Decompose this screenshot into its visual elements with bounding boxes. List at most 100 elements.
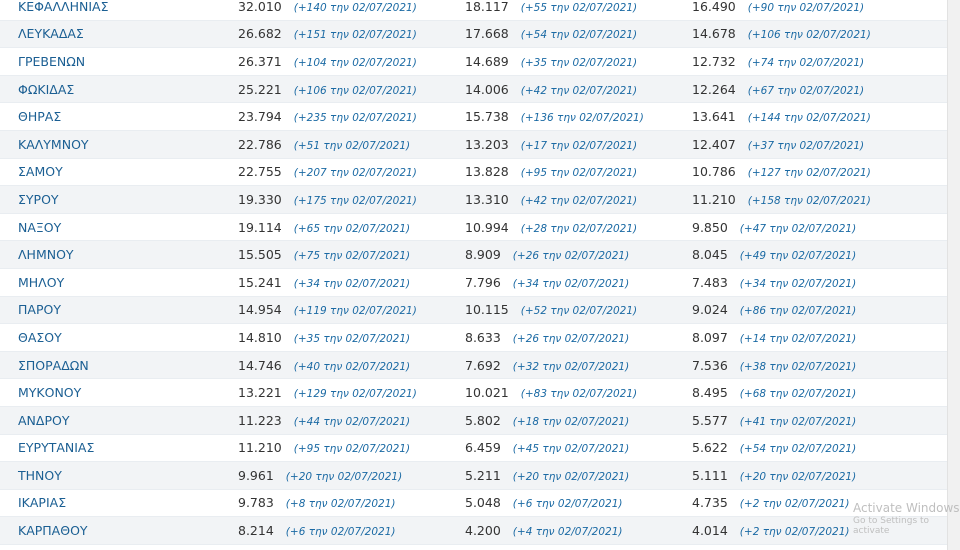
region-name: ΠΑΡΟΥ xyxy=(0,302,238,317)
first-dose-cell: 9.961 (+20 την 02/07/2021) xyxy=(238,468,465,483)
first-dose-total: 23.794 xyxy=(238,109,282,125)
first-dose-delta: (+95 την 02/07/2021) xyxy=(293,443,411,456)
completed-delta: (+47 την 02/07/2021) xyxy=(739,222,857,235)
second-dose-cell: 5.802 (+18 την 02/07/2021) xyxy=(465,413,692,428)
completed-total: 5.111 xyxy=(692,467,728,483)
second-dose-total: 5.211 xyxy=(465,467,501,483)
second-dose-total: 17.668 xyxy=(465,26,509,42)
second-dose-delta: (+55 την 02/07/2021) xyxy=(520,1,638,14)
first-dose-cell: 15.505 (+75 την 02/07/2021) xyxy=(238,247,465,262)
region-name: ΕΥΡΥΤΑΝΙΑΣ xyxy=(0,440,238,455)
first-dose-total: 15.505 xyxy=(238,247,282,263)
table-row: ΣΥΡΟΥ 19.330 (+175 την 02/07/2021) 13.310 (+… xyxy=(0,186,948,214)
region-name: ΚΑΛΥΜΝΟΥ xyxy=(0,137,238,152)
second-dose-cell: 6.459 (+45 την 02/07/2021) xyxy=(465,440,692,455)
completed-cell: 5.622 (+54 την 02/07/2021) xyxy=(692,440,948,455)
first-dose-total: 26.682 xyxy=(238,26,282,42)
completed-cell: 10.786 (+127 την 02/07/2021) xyxy=(692,164,948,179)
region-name-text: ΛΗΜΝΟΥ xyxy=(18,247,74,263)
completed-cell: 13.641 (+144 την 02/07/2021) xyxy=(692,109,948,124)
second-dose-total: 6.459 xyxy=(465,440,501,456)
table-row: ΚΕΦΑΛΛΗΝΙΑΣ 32.010 (+140 την 02/07/2021) 18… xyxy=(0,0,948,21)
completed-total: 11.210 xyxy=(692,191,736,207)
first-dose-cell: 22.786 (+51 την 02/07/2021) xyxy=(238,137,465,152)
region-name: ΝΑΞΟΥ xyxy=(0,220,238,235)
second-dose-delta: (+28 την 02/07/2021) xyxy=(520,222,638,235)
second-dose-total: 10.021 xyxy=(465,385,509,401)
second-dose-total: 5.802 xyxy=(465,412,501,428)
first-dose-cell: 23.794 (+235 την 02/07/2021) xyxy=(238,109,465,124)
table-row: ΚΑΛΥΜΝΟΥ 22.786 (+51 την 02/07/2021) 13.203… xyxy=(0,130,948,159)
vertical-scrollbar[interactable] xyxy=(947,0,960,550)
completed-delta: (+127 την 02/07/2021) xyxy=(747,167,871,180)
second-dose-total: 7.692 xyxy=(465,357,501,373)
first-dose-delta: (+8 την 02/07/2021) xyxy=(285,498,396,511)
region-name-text: ΓΡΕΒΕΝΩΝ xyxy=(18,53,86,69)
completed-total: 9.850 xyxy=(692,219,728,235)
region-name-text: ΣΠΟΡΑΔΩΝ xyxy=(18,357,89,373)
completed-total: 12.732 xyxy=(692,53,736,69)
second-dose-cell: 4.200 (+4 την 02/07/2021) xyxy=(465,523,692,538)
completed-total: 4.014 xyxy=(692,523,728,539)
second-dose-delta: (+26 την 02/07/2021) xyxy=(512,250,630,263)
first-dose-total: 9.783 xyxy=(238,495,274,511)
region-name: ΜΥΚΟΝΟΥ xyxy=(0,385,238,400)
completed-delta: (+67 την 02/07/2021) xyxy=(747,84,865,97)
completed-cell: 8.045 (+49 την 02/07/2021) xyxy=(692,247,948,262)
first-dose-cell: 26.682 (+151 την 02/07/2021) xyxy=(238,26,465,41)
second-dose-cell: 8.633 (+26 την 02/07/2021) xyxy=(465,330,692,345)
first-dose-cell: 19.114 (+65 την 02/07/2021) xyxy=(238,220,465,235)
region-name-text: ΜΗΛΟΥ xyxy=(18,274,65,290)
completed-total: 16.490 xyxy=(692,0,736,14)
first-dose-delta: (+51 την 02/07/2021) xyxy=(293,139,411,152)
table-row: ΑΝΔΡΟΥ 11.223 (+44 την 02/07/2021) 5.802 (+1… xyxy=(0,406,948,435)
region-name-text: ΚΕΦΑΛΛΗΝΙΑΣ xyxy=(18,0,109,14)
completed-delta: (+90 την 02/07/2021) xyxy=(747,1,865,14)
completed-cell: 14.678 (+106 την 02/07/2021) xyxy=(692,26,948,41)
completed-delta: (+34 την 02/07/2021) xyxy=(739,277,857,290)
second-dose-delta: (+95 την 02/07/2021) xyxy=(520,167,638,180)
region-name-text: ΘΑΣΟΥ xyxy=(18,329,62,345)
region-name-text: ΝΑΞΟΥ xyxy=(18,219,62,235)
table-row: ΦΩΚΙΔΑΣ 25.221 (+106 την 02/07/2021) 14.006… xyxy=(0,75,948,104)
second-dose-cell: 17.668 (+54 την 02/07/2021) xyxy=(465,26,692,41)
first-dose-delta: (+129 την 02/07/2021) xyxy=(293,388,417,401)
second-dose-cell: 13.203 (+17 την 02/07/2021) xyxy=(465,137,692,152)
first-dose-total: 32.010 xyxy=(238,0,282,14)
first-dose-delta: (+119 την 02/07/2021) xyxy=(293,305,417,318)
second-dose-delta: (+4 την 02/07/2021) xyxy=(512,526,623,539)
second-dose-cell: 13.310 (+42 την 02/07/2021) xyxy=(465,192,692,207)
completed-delta: (+14 την 02/07/2021) xyxy=(739,332,857,345)
completed-delta: (+106 την 02/07/2021) xyxy=(747,29,871,42)
completed-cell: 12.264 (+67 την 02/07/2021) xyxy=(692,82,948,97)
first-dose-total: 11.223 xyxy=(238,412,282,428)
second-dose-cell: 15.738 (+136 την 02/07/2021) xyxy=(465,109,692,124)
completed-delta: (+41 την 02/07/2021) xyxy=(739,415,857,428)
first-dose-cell: 32.010 (+140 την 02/07/2021) xyxy=(238,0,465,14)
first-dose-cell: 14.810 (+35 την 02/07/2021) xyxy=(238,330,465,345)
table-row: ΣΑΜΟΥ 22.755 (+207 την 02/07/2021) 13.828 (+… xyxy=(0,159,948,187)
second-dose-cell: 8.909 (+26 την 02/07/2021) xyxy=(465,247,692,262)
completed-delta: (+68 την 02/07/2021) xyxy=(739,388,857,401)
completed-total: 14.678 xyxy=(692,26,736,42)
vaccination-table: ΚΕΦΑΛΛΗΝΙΑΣ 32.010 (+140 την 02/07/2021) 18… xyxy=(0,0,948,545)
region-name: ΜΗΛΟΥ xyxy=(0,275,238,290)
second-dose-total: 4.200 xyxy=(465,523,501,539)
completed-total: 12.407 xyxy=(692,136,736,152)
first-dose-total: 14.746 xyxy=(238,357,282,373)
completed-cell: 8.097 (+14 την 02/07/2021) xyxy=(692,330,948,345)
second-dose-total: 8.909 xyxy=(465,247,501,263)
table-row: ΚΑΡΠΑΘΟΥ 8.214 (+6 την 02/07/2021) 4.200 (+4… xyxy=(0,517,948,545)
second-dose-cell: 13.828 (+95 την 02/07/2021) xyxy=(465,164,692,179)
first-dose-cell: 15.241 (+34 την 02/07/2021) xyxy=(238,275,465,290)
first-dose-total: 13.221 xyxy=(238,385,282,401)
table-row: ΣΠΟΡΑΔΩΝ 14.746 (+40 την 02/07/2021) 7.692 (… xyxy=(0,351,948,380)
completed-total: 8.495 xyxy=(692,385,728,401)
second-dose-cell: 14.006 (+42 την 02/07/2021) xyxy=(465,82,692,97)
completed-delta: (+74 την 02/07/2021) xyxy=(747,56,865,69)
region-name: ΚΕΦΑΛΛΗΝΙΑΣ xyxy=(0,0,238,14)
second-dose-total: 13.828 xyxy=(465,164,509,180)
first-dose-cell: 22.755 (+207 την 02/07/2021) xyxy=(238,164,465,179)
first-dose-delta: (+6 την 02/07/2021) xyxy=(285,526,396,539)
watermark-title: Activate Windows xyxy=(853,501,960,515)
